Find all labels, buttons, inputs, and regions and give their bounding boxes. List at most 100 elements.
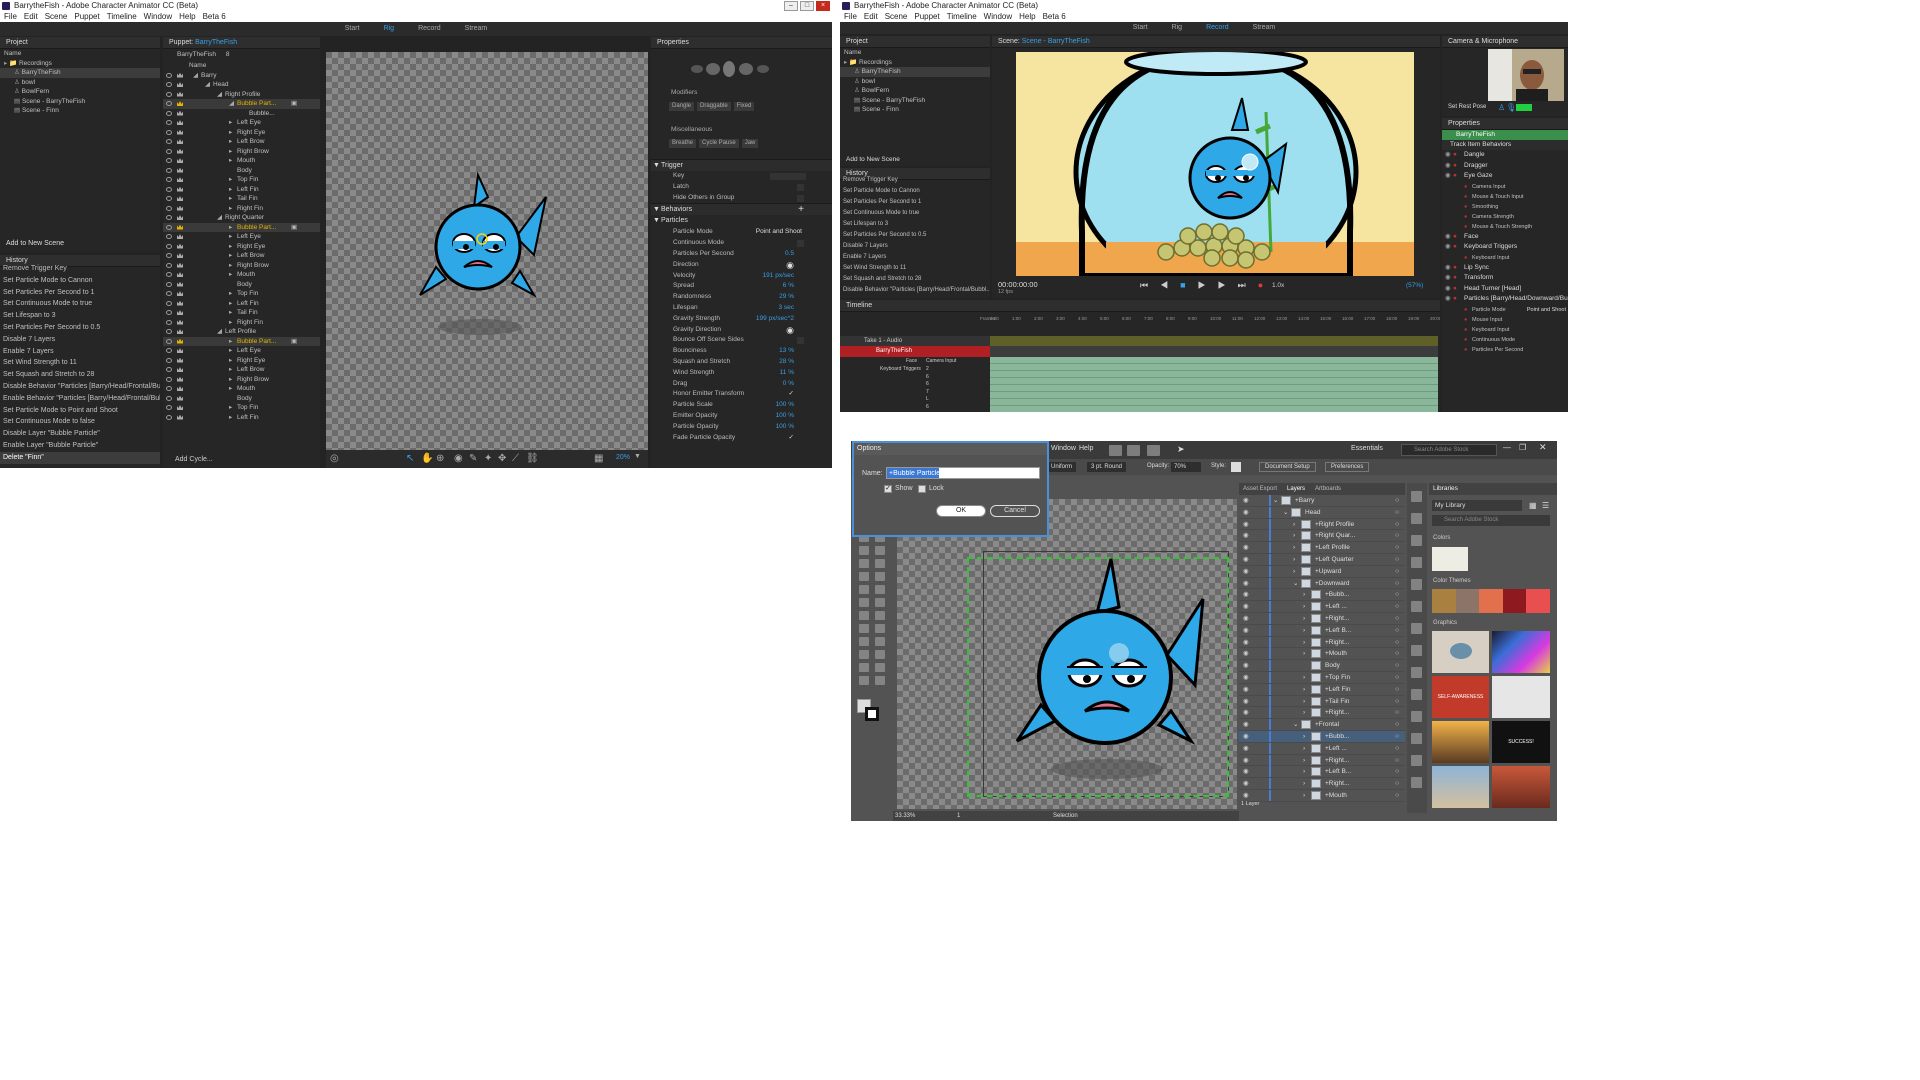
history-item[interactable]: Set Wind Strength to 11 (840, 263, 990, 274)
puppet-layer-row[interactable]: ▸ Tail Fin (163, 194, 320, 204)
eye-icon[interactable]: ◉ (1445, 263, 1451, 274)
project-item[interactable]: ♙ BarryTheFish (840, 67, 990, 77)
chevron-right-icon[interactable]: ▸ (229, 128, 232, 138)
behavior-row[interactable]: ◉ ● Transform (1442, 273, 1568, 284)
property-value[interactable]: 191 px/sec (763, 271, 794, 282)
puppet-layer-row[interactable]: ▸ Right Brow (163, 261, 320, 271)
chevron-right-icon[interactable]: › (1303, 648, 1305, 660)
property-row[interactable]: Particle Opacity 100 % (651, 422, 832, 433)
crown-icon[interactable] (177, 405, 183, 410)
eye-icon[interactable]: ◉ (1243, 648, 1249, 660)
history-item[interactable]: Enable 7 Layers (840, 252, 990, 263)
record-arm-icon[interactable]: ● (1453, 161, 1457, 172)
puppet-layer-row[interactable]: ▸ Left Brow (163, 251, 320, 261)
behavior-row[interactable]: ◉● Particles [Barry/Head/Downward/Bubble.… (1442, 294, 1568, 305)
help-menu[interactable]: Help (1079, 445, 1093, 452)
eye-icon[interactable] (166, 310, 172, 315)
eye-icon[interactable]: ◉ (1243, 589, 1249, 601)
puppet-layer-row[interactable]: ▸ Right Fin (163, 204, 320, 214)
workspace-switcher[interactable]: Essentials (1351, 445, 1383, 452)
chevron-right-icon[interactable]: › (1303, 743, 1305, 755)
step-forward-icon[interactable]: ▶ (1218, 280, 1238, 290)
eye-icon[interactable] (166, 414, 172, 420)
history-item[interactable]: Disable 7 Layers (0, 334, 160, 346)
behavior-param-row[interactable]: ● Keyboard Input (1442, 325, 1568, 335)
panel-icon[interactable] (1411, 645, 1422, 656)
chevron-right-icon[interactable]: › (1303, 672, 1305, 684)
chevron-right-icon[interactable]: ▸ (229, 289, 232, 299)
illustrator-layer-row[interactable]: ◉ ⌄ +Downward ○ (1239, 577, 1405, 590)
behavior-param-row[interactable]: ● Camera Input (1442, 182, 1568, 192)
property-row[interactable]: Particle Mode Point and Shoot (651, 227, 832, 238)
ok-button[interactable]: OK (936, 505, 986, 517)
close-icon[interactable]: ✕ (1539, 442, 1547, 453)
crown-icon[interactable] (177, 205, 183, 211)
graphic-eye-image[interactable] (1432, 631, 1489, 673)
eye-icon[interactable] (166, 72, 172, 78)
eye-icon[interactable] (166, 281, 172, 287)
tab-layers[interactable]: Layers (1287, 483, 1305, 495)
crown-icon[interactable] (177, 329, 183, 334)
bridge-icon[interactable] (1109, 445, 1122, 456)
puppet-layer-row[interactable]: ▸ Left Eye (163, 346, 320, 356)
panel-icon[interactable] (1411, 601, 1422, 612)
chevron-right-icon[interactable]: ▸ (229, 242, 232, 252)
show-checkbox[interactable]: ✓ (884, 485, 892, 493)
chevron-right-icon[interactable]: ▸ (229, 356, 232, 366)
menu-item-puppet[interactable]: Puppet (74, 12, 99, 22)
playback-speed[interactable]: 1.0x (1272, 282, 1284, 289)
illustrator-layer-row[interactable]: ◉ › +Top Fin ○ (1239, 671, 1405, 684)
theme-color-swatch[interactable] (1432, 589, 1456, 613)
panel-icon[interactable] (1411, 623, 1422, 634)
behavior-row[interactable]: ◉ ● Head Turner [Head] (1442, 284, 1568, 295)
illustrator-layer-row[interactable]: ◉ › +Right Quar... ○ (1239, 530, 1405, 543)
illustrator-layer-row[interactable]: ◉ › +Left B... ○ (1239, 766, 1405, 779)
tab-rig[interactable]: Rig (384, 22, 395, 36)
maximize-icon[interactable]: ❐ (1519, 443, 1526, 452)
history-item[interactable]: Set Particles Per Second to 1 (0, 287, 160, 299)
history-item[interactable]: Set Particles Per Second to 0.5 (0, 322, 160, 334)
behavior-param-row[interactable]: ● Keyboard Input (1442, 253, 1568, 263)
menu-item-beta-6[interactable]: Beta 6 (203, 12, 226, 22)
tool-icon[interactable] (875, 559, 885, 568)
tool-icon[interactable] (859, 559, 869, 568)
illustrator-layer-row[interactable]: ◉ › +Right... ○ (1239, 707, 1405, 720)
target-icon[interactable]: ○ (1395, 507, 1399, 519)
crown-icon[interactable] (177, 291, 183, 296)
step-back-icon[interactable]: ◀ (1160, 280, 1180, 290)
target-icon[interactable]: ○ (1395, 566, 1399, 578)
grid-view-icon[interactable]: ▦ (1529, 501, 1537, 510)
crown-icon[interactable] (177, 196, 183, 201)
graphic-keyboard-image[interactable] (1492, 676, 1550, 718)
illustrator-layer-row[interactable]: ◉ › +Left Profile ○ (1239, 542, 1405, 554)
property-row[interactable]: Emitter Opacity 100 % (651, 411, 832, 422)
history-item[interactable]: Disable Behavior "Particles [Barry/Head/… (840, 285, 990, 296)
property-row[interactable]: Spread 6 % (651, 281, 832, 292)
puppet-layer-row[interactable]: ▸ Left Eye (163, 118, 320, 128)
eye-icon[interactable] (166, 253, 172, 258)
chevron-right-icon[interactable]: ▸ (229, 156, 232, 166)
minimize-icon[interactable]: — (1503, 443, 1511, 452)
chevron-right-icon[interactable]: › (1303, 755, 1305, 767)
play-icon[interactable]: ▶ (1198, 280, 1218, 290)
library-dropdown[interactable]: My Library (1432, 500, 1522, 511)
crown-icon[interactable] (177, 224, 183, 230)
uniform-dropdown[interactable]: Uniform (1047, 462, 1077, 472)
zoom-level[interactable]: 33.33% (895, 811, 915, 821)
property-row[interactable]: Honor Emitter Transform ✓ (651, 389, 832, 400)
illustrator-layer-row[interactable]: ◉ › +Left ... ○ (1239, 601, 1405, 613)
eye-icon[interactable]: ◉ (1445, 232, 1451, 243)
property-value[interactable]: 100 % (776, 422, 794, 433)
target-icon[interactable]: ○ (1395, 707, 1399, 719)
history-item[interactable]: Set Particles Per Second to 1 (840, 197, 990, 208)
property-row[interactable]: Squash and Stretch 28 % (651, 357, 832, 368)
eye-icon[interactable]: ◉ (1243, 554, 1249, 566)
param-value[interactable]: Point and Shoot (1527, 305, 1566, 315)
eye-icon[interactable]: ◉ (1243, 542, 1249, 554)
chevron-down-icon[interactable]: ⌄ (1293, 719, 1298, 731)
history-item[interactable]: Set Continuous Mode to true (0, 298, 160, 310)
crown-icon[interactable] (177, 367, 183, 372)
project-item[interactable]: ▤ Scene - BarryTheFish (0, 97, 160, 107)
crown-icon[interactable] (177, 91, 183, 97)
eye-icon[interactable] (166, 148, 172, 154)
